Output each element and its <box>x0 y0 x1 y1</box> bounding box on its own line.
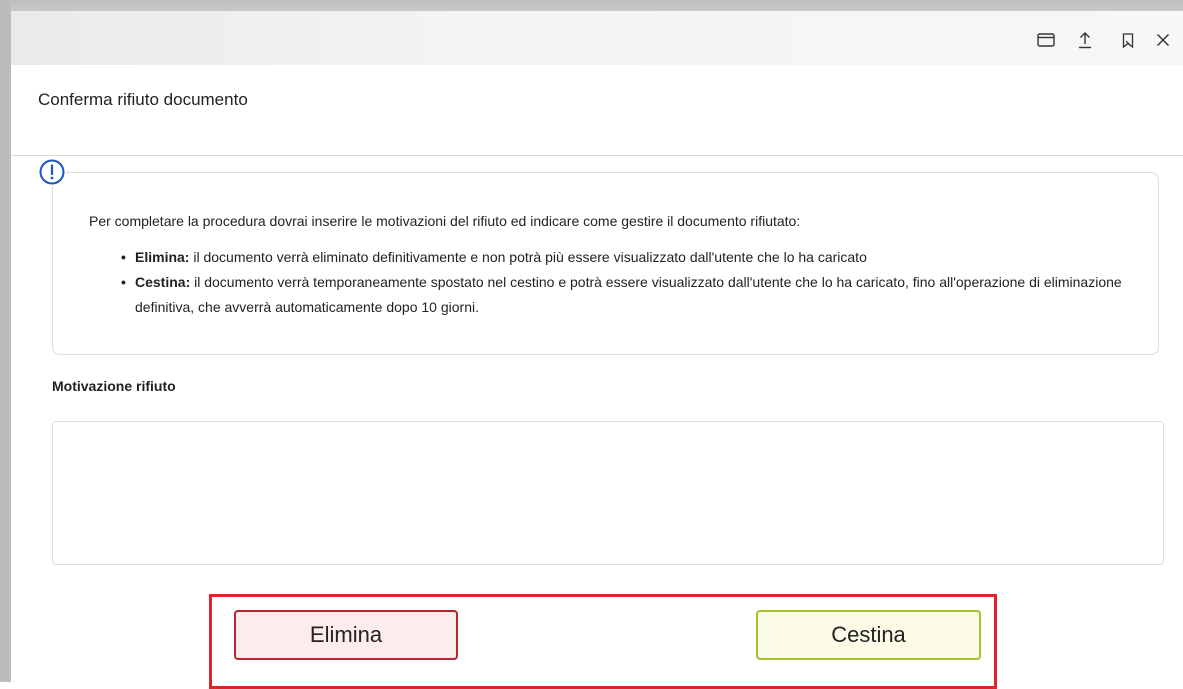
upload-icon[interactable] <box>1074 29 1096 51</box>
info-item-text: il documento verrà eliminato definitivam… <box>189 249 867 265</box>
info-item-term: Elimina: <box>135 249 190 265</box>
info-list: Elimina: il documento verrà eliminato de… <box>89 245 1139 320</box>
dialog-title: Conferma rifiuto documento <box>38 90 248 109</box>
window-frame-left <box>0 0 11 682</box>
info-intro: Per completare la procedura dovrai inser… <box>89 213 801 229</box>
window-icon[interactable] <box>1035 29 1057 51</box>
info-text: Per completare la procedura dovrai inser… <box>89 211 1139 320</box>
reason-textarea[interactable] <box>52 421 1164 565</box>
reject-document-dialog: Conferma rifiuto documento Per completar… <box>11 11 1183 689</box>
info-item-elimina: Elimina: il documento verrà eliminato de… <box>121 245 1139 270</box>
dialog-header: Conferma rifiuto documento <box>11 65 1183 156</box>
cestina-button[interactable]: Cestina <box>756 610 981 660</box>
dialog-toolbar <box>11 11 1183 65</box>
reason-label: Motivazione rifiuto <box>52 378 176 394</box>
info-panel: Per completare la procedura dovrai inser… <box>52 172 1159 355</box>
window-frame-top <box>0 0 1183 11</box>
info-item-text: il documento verrà temporaneamente spost… <box>135 274 1122 315</box>
info-item-cestina: Cestina: il documento verrà temporaneame… <box>121 270 1139 320</box>
info-item-term: Cestina: <box>135 274 191 290</box>
info-icon <box>38 158 66 186</box>
bookmark-icon[interactable] <box>1117 29 1139 51</box>
close-icon[interactable] <box>1152 29 1174 51</box>
elimina-button[interactable]: Elimina <box>234 610 458 660</box>
